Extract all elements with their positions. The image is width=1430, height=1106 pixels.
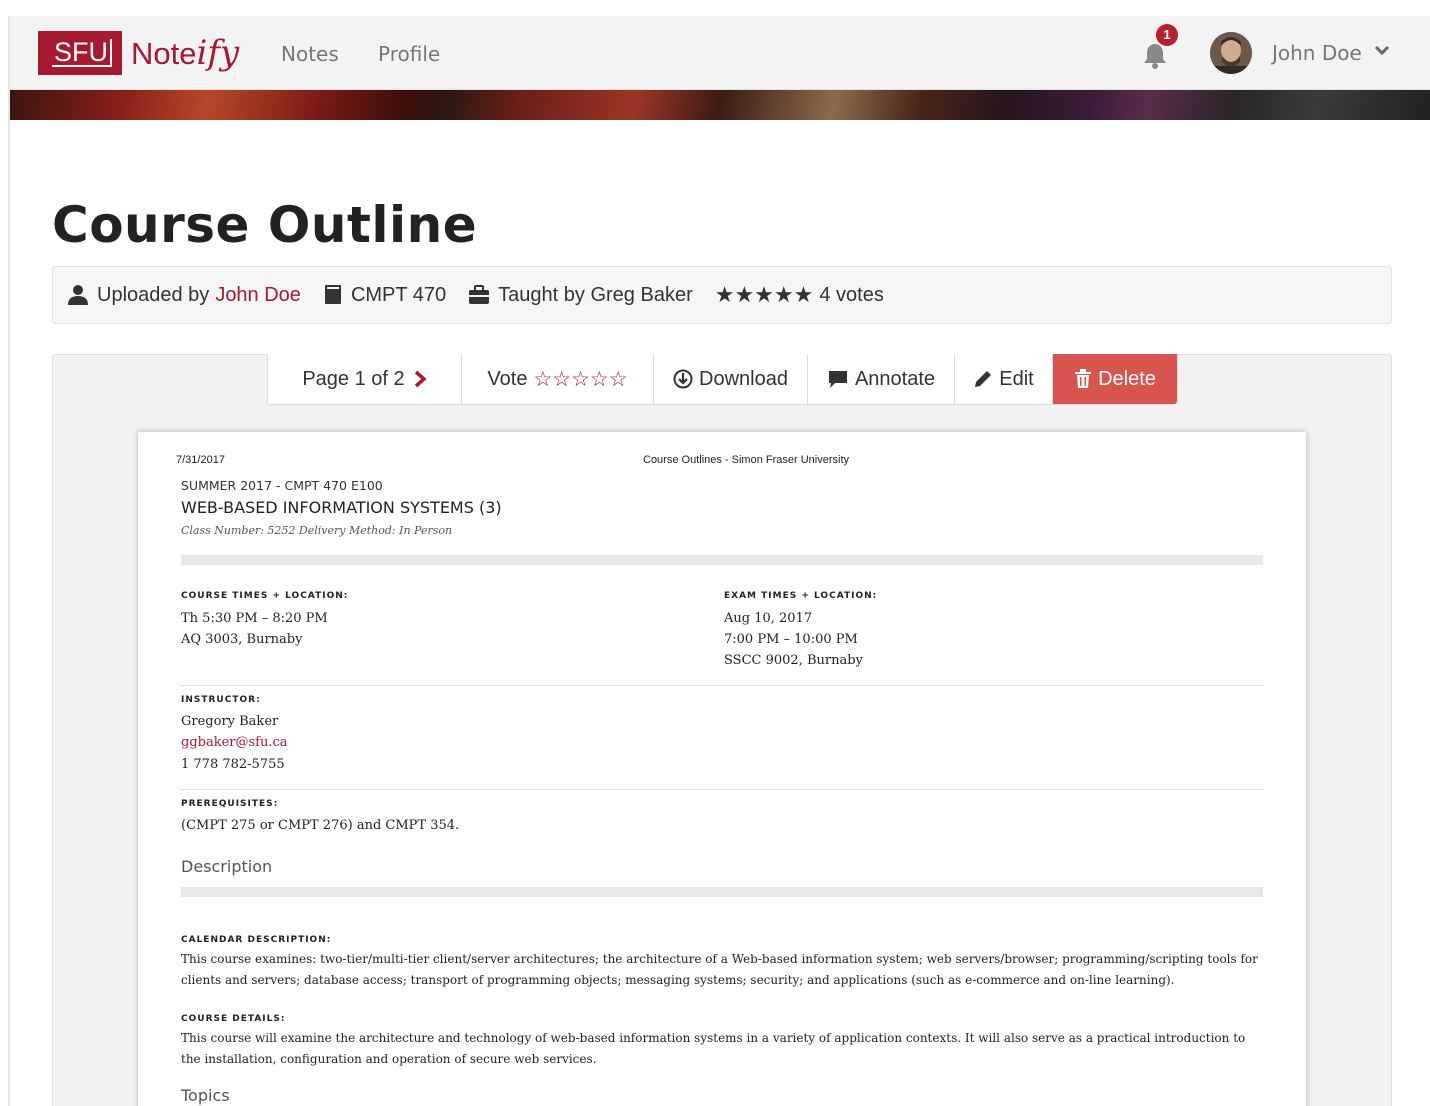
nav-link-notes[interactable]: Notes <box>281 42 339 66</box>
uploader-info: Uploaded by John Doe <box>67 284 301 307</box>
rating-info: ★★★★★ 4 votes <box>715 282 884 308</box>
annotate-button[interactable]: Annotate <box>808 354 955 404</box>
download-label: Download <box>699 367 788 390</box>
delete-label: Delete <box>1098 367 1156 390</box>
comment-icon <box>828 371 847 388</box>
page-title: Course Outline <box>52 196 478 254</box>
vote-button[interactable]: Vote ☆☆☆☆☆ <box>462 354 654 404</box>
page-indicator: Page 1 of 2 <box>302 367 405 390</box>
app-name: Noteify <box>131 33 239 73</box>
sfu-logo-text: SFU <box>52 39 112 67</box>
pencil-icon <box>975 371 992 387</box>
topics-heading: Topics <box>181 1086 230 1105</box>
trash-icon <box>1075 369 1092 388</box>
viewer-toolbar: Page 1 of 2 Vote ☆☆☆☆☆ Download Annotate <box>267 354 1178 405</box>
course-times-line2: AQ 3003, Burnaby <box>181 632 303 647</box>
avatar[interactable] <box>1210 32 1252 74</box>
calendar-text: This course examines: two-tier/multi-tie… <box>181 952 1258 987</box>
edit-label: Edit <box>999 367 1034 390</box>
vote-stars-input[interactable]: ☆☆☆☆☆ <box>533 367 627 392</box>
prereq-label: PREREQUISITES: <box>181 799 279 809</box>
app-name-text: Note <box>131 36 197 71</box>
doc-class-info: Class Number: 5252 Delivery Method: In P… <box>181 524 453 537</box>
document-page: 7/31/2017 Course Outlines - Simon Fraser… <box>138 432 1306 1106</box>
edit-button[interactable]: Edit <box>955 354 1053 404</box>
description-heading: Description <box>181 857 273 876</box>
doc-rule <box>181 789 1263 790</box>
briefcase-icon <box>469 285 490 304</box>
doc-rule <box>181 685 1263 686</box>
doc-header-title: Course Outlines - Simon Fraser Universit… <box>643 454 850 466</box>
course-times-line1: Th 5:30 PM – 8:20 PM <box>181 611 328 626</box>
uploaded-by-label: Uploaded by <box>97 283 210 306</box>
app-frame: SFU Noteify Notes Profile 1 John Doe Cou… <box>0 0 1430 1106</box>
uploader-link[interactable]: John Doe <box>215 284 301 307</box>
sfu-logo: SFU <box>38 31 122 75</box>
doc-divider-bar <box>181 555 1263 565</box>
decorative-banner <box>10 90 1430 120</box>
exam-line3: SSCC 9002, Burnaby <box>724 653 863 668</box>
doc-divider-bar <box>181 887 1263 897</box>
chevron-right-icon <box>414 370 427 388</box>
instructor-phone: 1 778 782-5755 <box>181 757 285 772</box>
page-next-button[interactable]: Page 1 of 2 <box>268 354 462 404</box>
book-icon <box>324 285 341 304</box>
exam-times-label: EXAM TIMES + LOCATION: <box>724 591 878 601</box>
course-info: CMPT 470 <box>323 284 446 307</box>
vote-count: 4 votes <box>819 283 884 306</box>
brand-logo[interactable]: SFU Noteify <box>38 29 239 77</box>
rating-stars: ★★★★★ <box>714 282 814 307</box>
course-code[interactable]: CMPT 470 <box>351 284 446 307</box>
exam-line1: Aug 10, 2017 <box>724 611 813 626</box>
vote-label: Vote <box>487 367 528 390</box>
top-margin <box>0 0 1430 16</box>
delete-button[interactable]: Delete <box>1053 354 1177 404</box>
calendar-label: CALENDAR DESCRIPTION: <box>181 935 332 945</box>
instructor-email[interactable]: ggbaker@sfu.ca <box>181 732 288 753</box>
exam-line2: 7:00 PM – 10:00 PM <box>724 632 858 647</box>
instructor-info: Taught by Greg Baker <box>468 284 693 307</box>
nav-link-profile[interactable]: Profile <box>378 42 440 66</box>
notification-badge: 1 <box>1156 24 1178 46</box>
chevron-down-icon[interactable] <box>1374 43 1390 57</box>
taught-by: Taught by Greg Baker <box>498 283 693 306</box>
annotate-label: Annotate <box>854 367 936 390</box>
app-name-script: ify <box>196 33 240 73</box>
details-text: This course will examine the architectur… <box>181 1031 1246 1066</box>
avatar-image <box>1210 32 1252 74</box>
left-edge <box>8 16 10 1106</box>
prereq-text: (CMPT 275 or CMPT 276) and CMPT 354. <box>181 818 460 833</box>
details-label: COURSE DETAILS: <box>181 1014 286 1024</box>
download-icon <box>673 369 693 389</box>
user-name[interactable]: John Doe <box>1272 41 1362 65</box>
user-icon <box>68 285 88 305</box>
doc-term: SUMMER 2017 - CMPT 470 E100 <box>181 478 383 493</box>
doc-course-name: WEB-BASED INFORMATION SYSTEMS (3) <box>181 498 502 517</box>
doc-header-date: 7/31/2017 <box>176 454 225 466</box>
course-times-label: COURSE TIMES + LOCATION: <box>181 591 349 601</box>
navbar: SFU Noteify Notes Profile 1 John Doe <box>10 16 1430 90</box>
download-button[interactable]: Download <box>654 354 808 404</box>
instructor-label: INSTRUCTOR: <box>181 695 261 705</box>
note-meta-bar: Uploaded by John Doe CMPT 470 Taught by … <box>52 266 1392 324</box>
instructor-name: Gregory Baker <box>181 714 279 729</box>
